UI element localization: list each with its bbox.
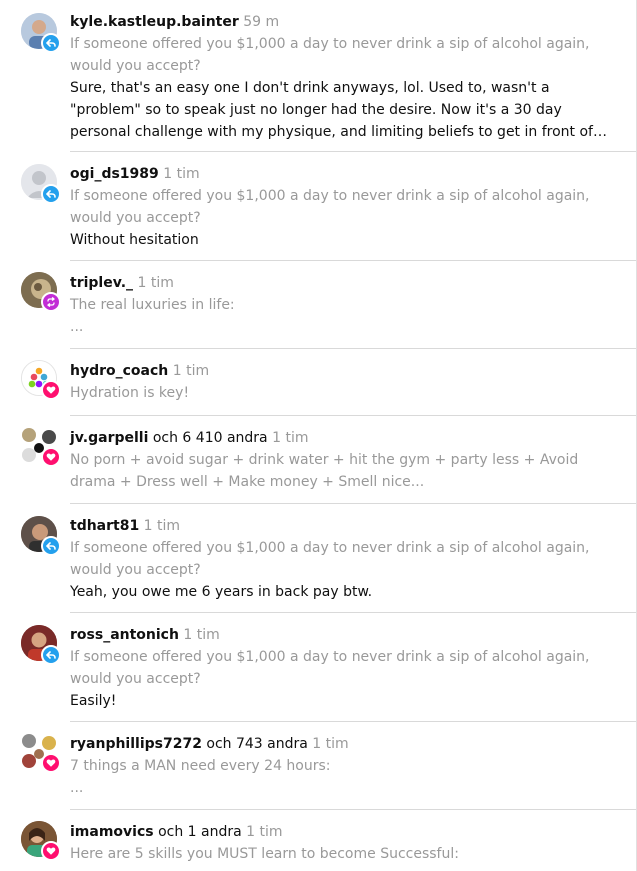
others-count[interactable]: och 1 andra: [158, 824, 242, 840]
reply-icon: [41, 33, 61, 53]
quoted-post[interactable]: If someone offered you $1,000 a day to n…: [70, 185, 616, 229]
quoted-post[interactable]: No porn + avoid sugar + drink water + hi…: [70, 449, 616, 493]
activity-item[interactable]: ogi_ds1989 1 tim If someone offered you …: [0, 152, 636, 261]
heart-icon: [41, 447, 61, 467]
timestamp: 1 tim: [272, 430, 309, 446]
repost-icon: [41, 292, 61, 312]
username[interactable]: ryanphillips7272: [70, 736, 202, 752]
activity-feed: kyle.kastleup.bainter 59 m If someone of…: [0, 0, 637, 871]
reply-text[interactable]: Sure, that's an easy one I don't drink a…: [70, 77, 616, 143]
heart-icon: [41, 753, 61, 773]
post-ellipsis: ...: [70, 780, 84, 796]
username[interactable]: jv.garpelli: [70, 430, 148, 446]
quoted-post[interactable]: If someone offered you $1,000 a day to n…: [70, 33, 616, 77]
timestamp: 59 m: [243, 14, 280, 30]
activity-item[interactable]: jv.garpelli och 6 410 andra 1 tim No por…: [0, 416, 636, 504]
quoted-post[interactable]: Here are 5 skills you MUST learn to beco…: [70, 843, 616, 865]
avatar-stack-1: [22, 428, 36, 442]
timestamp: 1 tim: [183, 627, 220, 643]
avatar-stack-2: [42, 430, 56, 444]
post-ellipsis: ...: [70, 319, 84, 335]
heart-icon: [41, 380, 61, 400]
username[interactable]: ogi_ds1989: [70, 166, 159, 182]
activity-item[interactable]: imamovics och 1 andra 1 tim Here are 5 s…: [0, 810, 636, 871]
quoted-post[interactable]: If someone offered you $1,000 a day to n…: [70, 537, 616, 581]
others-count[interactable]: och 743 andra: [206, 736, 307, 752]
quoted-post[interactable]: Hydration is key!: [70, 382, 616, 404]
timestamp: 1 tim: [172, 363, 210, 379]
others-count[interactable]: och 6 410 andra: [153, 430, 268, 446]
reply-text[interactable]: Without hesitation: [70, 229, 616, 251]
quoted-post[interactable]: If someone offered you $1,000 a day to n…: [70, 646, 616, 690]
avatar-stack-2: [42, 736, 56, 750]
activity-item[interactable]: kyle.kastleup.bainter 59 m If someone of…: [0, 0, 636, 152]
timestamp: 1 tim: [163, 166, 200, 182]
reply-icon: [41, 536, 61, 556]
activity-item[interactable]: ryanphillips7272 och 743 andra 1 tim 7 t…: [0, 722, 636, 810]
reply-text[interactable]: Easily!: [70, 690, 616, 712]
username[interactable]: kyle.kastleup.bainter: [70, 14, 239, 30]
quoted-post[interactable]: The real luxuries in life:: [70, 294, 616, 316]
avatar-stack-1: [22, 734, 36, 748]
timestamp: 1 tim: [143, 518, 181, 534]
activity-item[interactable]: triplev._ 1 tim The real luxuries in lif…: [0, 261, 636, 349]
reply-icon: [41, 645, 61, 665]
heart-icon: [41, 841, 61, 861]
username[interactable]: ross_antonich: [70, 627, 179, 643]
timestamp: 1 tim: [246, 824, 283, 840]
username[interactable]: imamovics: [70, 824, 154, 840]
reply-text[interactable]: Yeah, you owe me 6 years in back pay btw…: [70, 581, 616, 603]
username[interactable]: tdhart81: [70, 518, 139, 534]
username[interactable]: triplev._: [70, 275, 133, 291]
quoted-post[interactable]: 7 things a MAN need every 24 hours:: [70, 755, 616, 777]
timestamp: 1 tim: [137, 275, 174, 291]
activity-item[interactable]: tdhart81 1 tim If someone offered you $1…: [0, 504, 636, 613]
activity-item[interactable]: hydro_coach 1 tim Hydration is key!: [0, 349, 636, 416]
activity-item[interactable]: ross_antonich 1 tim If someone offered y…: [0, 613, 636, 722]
reply-icon: [41, 184, 61, 204]
username[interactable]: hydro_coach: [70, 363, 168, 379]
timestamp: 1 tim: [312, 736, 349, 752]
